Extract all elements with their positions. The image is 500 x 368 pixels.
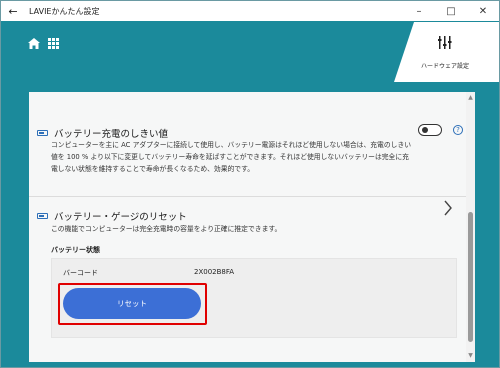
- battery-status-label: バッテリー状態: [51, 246, 100, 254]
- toggle-knob: [422, 127, 428, 133]
- maximize-button[interactable]: □: [435, 1, 467, 21]
- barcode-label: バーコード: [63, 269, 98, 277]
- grid-icon[interactable]: [48, 38, 59, 49]
- battery-threshold-description: コンピューターを主に AC アダプターに接続して使用し、バッテリー電源はそれほど…: [51, 141, 412, 173]
- hardware-settings-label: ハードウェア設定: [420, 63, 469, 70]
- app-window: ← LAVIEかんたん設定 – □ ✕ ハードウェア設定 バッテリー充電のしきい…: [0, 0, 500, 368]
- tile-side-bar: [476, 22, 499, 82]
- battery-threshold-toggle[interactable]: [418, 124, 442, 136]
- battery-threshold-header: バッテリー充電のしきい値: [37, 126, 168, 140]
- battery-gauge-reset-title: バッテリー・ゲージのリセット: [54, 212, 187, 223]
- window-controls: – □ ✕: [403, 1, 499, 21]
- hardware-settings-tile[interactable]: ハードウェア設定: [414, 22, 476, 82]
- minimize-button[interactable]: –: [403, 1, 435, 21]
- battery-gauge-reset-description: この機能でコンピューターは完全充電時の容量をより正確に推定できます。: [51, 225, 282, 233]
- scroll-down-icon[interactable]: ▼: [466, 352, 475, 360]
- reset-button[interactable]: リセット: [63, 288, 201, 319]
- battery-icon: [37, 213, 48, 219]
- tile-decoration: [394, 22, 414, 82]
- header-nav: [28, 38, 59, 49]
- battery-gauge-reset-section: バッテリー・ゲージのリセット この機能でコンピューターは完全充電時の容量をより正…: [29, 196, 469, 362]
- sliders-icon: [438, 34, 452, 53]
- barcode-value: 2X002B8FA: [194, 268, 235, 276]
- home-icon[interactable]: [28, 38, 40, 49]
- scroll-thumb[interactable]: [468, 212, 473, 342]
- scrollbar[interactable]: ▲ ▼: [466, 92, 475, 362]
- window-title: LAVIEかんたん設定: [29, 6, 100, 16]
- battery-icon: [37, 130, 48, 136]
- battery-gauge-reset-header: バッテリー・ゲージのリセット: [37, 209, 187, 223]
- scroll-up-icon[interactable]: ▲: [466, 94, 475, 102]
- title-bar: ← LAVIEかんたん設定 – □ ✕: [1, 1, 499, 21]
- battery-threshold-title: バッテリー充電のしきい値: [54, 129, 169, 140]
- chevron-right-icon[interactable]: [443, 200, 453, 220]
- close-button[interactable]: ✕: [467, 1, 499, 21]
- help-icon[interactable]: ?: [453, 125, 463, 135]
- back-arrow-icon[interactable]: ←: [3, 1, 23, 21]
